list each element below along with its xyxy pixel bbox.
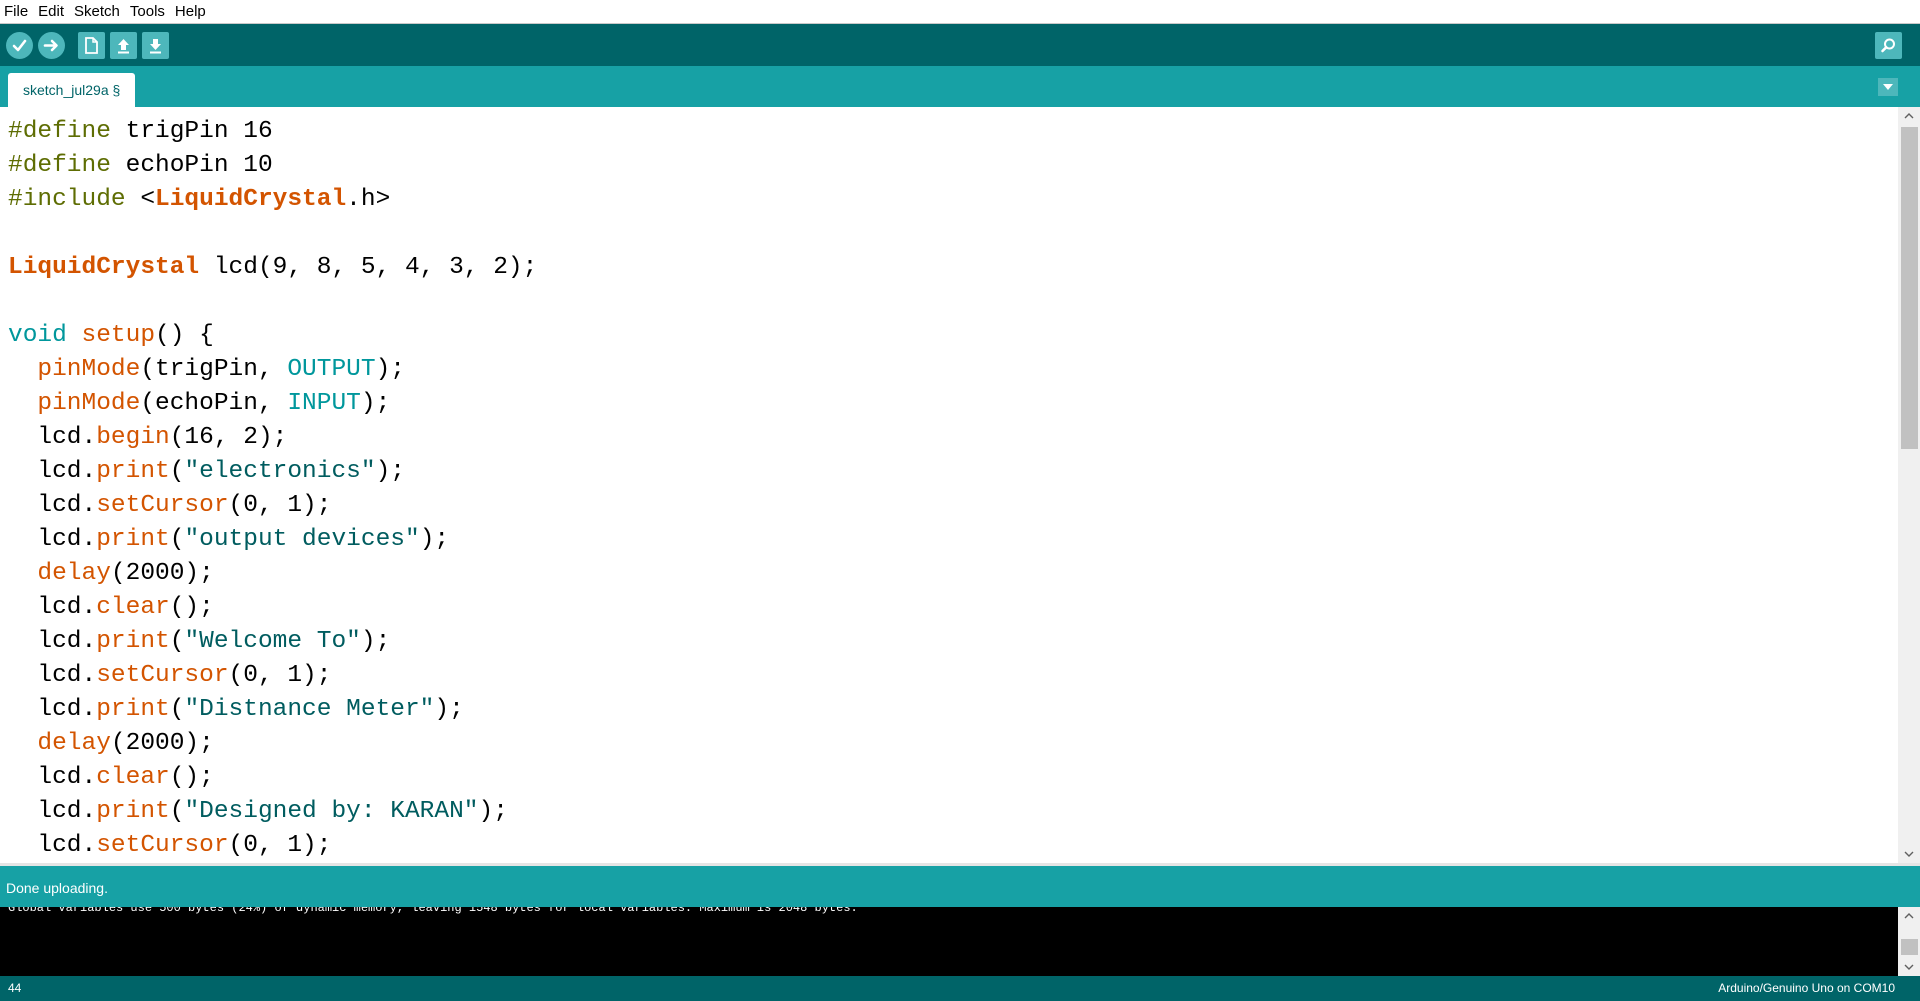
code-line[interactable]: #define trigPin 16 (8, 118, 273, 145)
verify-button[interactable] (6, 32, 33, 59)
magnifier-icon (1881, 38, 1895, 53)
code-line[interactable]: lcd.print("electronics"); (8, 458, 405, 485)
open-button[interactable] (110, 32, 137, 59)
code-line[interactable]: lcd.begin(16, 2); (8, 424, 287, 451)
toolbar (0, 24, 1920, 66)
scroll-thumb[interactable] (1901, 127, 1918, 449)
chevron-down-icon (1904, 851, 1914, 857)
new-button[interactable] (78, 32, 105, 59)
menu-file[interactable]: File (0, 0, 33, 24)
code-text[interactable]: #define trigPin 16 #define echoPin 10 #i… (8, 115, 537, 863)
console-scroll-down[interactable] (1898, 958, 1920, 976)
scroll-down-button[interactable] (1898, 845, 1920, 863)
code-line[interactable]: pinMode(echoPin, INPUT); (8, 390, 390, 417)
status-bar: Done uploading. (0, 863, 1920, 907)
code-line[interactable]: lcd.print("Distnance Meter"); (8, 696, 463, 723)
code-editor[interactable]: #define trigPin 16 #define echoPin 10 #i… (0, 107, 1898, 863)
code-line[interactable]: #include <LiquidCrystal.h> (8, 186, 390, 213)
editor-scrollbar[interactable] (1898, 107, 1920, 863)
line-number: 44 (8, 981, 22, 995)
chevron-down-icon (1904, 964, 1914, 970)
code-line[interactable]: delay(2000); (8, 730, 213, 757)
console-scroll-up[interactable] (1898, 907, 1920, 925)
arrow-right-icon (43, 39, 58, 52)
code-line[interactable]: lcd.print("output devices"); (8, 526, 449, 553)
board-info: Arduino/Genuino Uno on COM10 (1718, 981, 1895, 995)
console-scrollbar[interactable] (1898, 907, 1920, 976)
menu-bar: File Edit Sketch Tools Help (0, 0, 1920, 24)
new-file-icon (85, 37, 98, 54)
code-line[interactable]: lcd.clear(); (8, 594, 213, 621)
code-line[interactable]: void setup() { (8, 322, 214, 349)
save-button[interactable] (142, 32, 169, 59)
menu-sketch[interactable]: Sketch (69, 0, 125, 24)
code-line[interactable]: lcd.setCursor(0, 1); (8, 662, 331, 689)
serial-monitor-button[interactable] (1875, 32, 1902, 59)
chevron-up-icon (1904, 113, 1914, 119)
code-line[interactable]: delay(2000); (8, 560, 213, 587)
menu-tools[interactable]: Tools (125, 0, 170, 24)
code-line[interactable]: LiquidCrystal lcd(9, 8, 5, 4, 3, 2); (8, 254, 537, 281)
console-output[interactable]: Global variables use 500 bytes (24%) of … (0, 907, 1898, 976)
code-line[interactable]: lcd.clear(); (8, 764, 213, 791)
code-line[interactable]: lcd.setCursor(0, 1); (8, 832, 331, 859)
arrow-down-icon (150, 39, 161, 54)
tab-sketch[interactable]: sketch_jul29a § (8, 73, 136, 107)
status-message: Done uploading. (6, 880, 108, 896)
console-line: Global variables use 500 bytes (24%) of … (8, 907, 858, 915)
footer-bar: 44 Arduino/Genuino Uno on COM10 (0, 976, 1920, 1001)
code-line[interactable]: lcd.setCursor(0, 1); (8, 492, 331, 519)
arrow-up-icon (118, 39, 129, 54)
code-line[interactable]: lcd.print("Designed by: KARAN"); (8, 798, 508, 825)
code-line[interactable]: pinMode(trigPin, OUTPUT); (8, 356, 405, 383)
code-line[interactable]: lcd.print("Welcome To"); (8, 628, 390, 655)
console-scroll-thumb[interactable] (1901, 939, 1918, 955)
check-icon (12, 39, 27, 52)
scroll-up-button[interactable] (1898, 107, 1920, 125)
tab-menu-button[interactable] (1878, 78, 1898, 96)
tab-bar: sketch_jul29a § (0, 66, 1920, 107)
chevron-down-icon (1883, 84, 1893, 90)
code-line[interactable]: #define echoPin 10 (8, 152, 273, 179)
menu-edit[interactable]: Edit (33, 0, 69, 24)
upload-button[interactable] (38, 32, 65, 59)
menu-help[interactable]: Help (170, 0, 211, 24)
chevron-up-icon (1904, 913, 1914, 919)
